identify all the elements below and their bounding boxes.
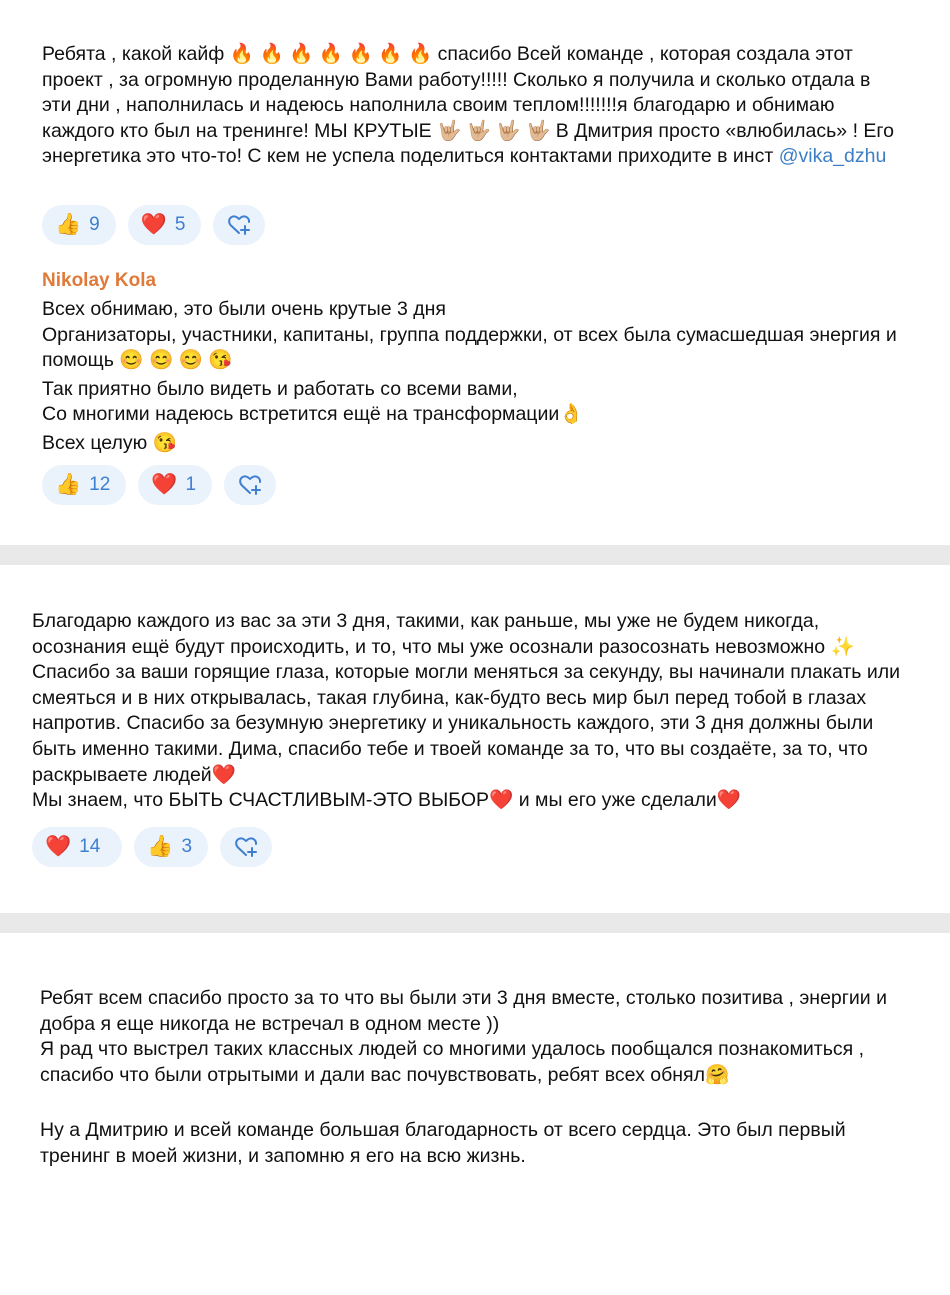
add-reaction-button[interactable] [220, 827, 273, 867]
heart-plus-icon [228, 215, 251, 235]
add-reaction-button[interactable] [224, 465, 277, 505]
comment-line: Я рад что выстрел таких классных людей с… [40, 1038, 865, 1086]
heart-plus-icon [239, 475, 262, 495]
heart-icon: ❤️ [151, 473, 178, 496]
comment-author[interactable]: Nikolay Kola [42, 268, 156, 294]
reaction-count: 14 [79, 836, 101, 857]
thumbs-up-icon: 👍 [147, 835, 174, 858]
reaction-count: 1 [185, 474, 197, 495]
heart-plus-icon [235, 837, 258, 857]
reaction-count: 5 [174, 214, 186, 235]
comment-1-body: Ребята , какой кайф 🔥 🔥 🔥 🔥 🔥 🔥 🔥 спасиб… [42, 43, 894, 168]
reaction-count: 3 [181, 836, 193, 857]
reaction-count: 9 [89, 214, 100, 235]
comment-1: Ребята , какой кайф 🔥 🔥 🔥 🔥 🔥 🔥 🔥 спасиб… [0, 0, 950, 545]
reaction-heart[interactable]: ❤️ 14 [32, 827, 123, 867]
comment-3-reactions: ❤️ 14 👍 3 [32, 827, 273, 867]
heart-icon: ❤️ [140, 213, 167, 236]
separator [0, 913, 950, 933]
comment-line: Благодарю каждого из вас за эти 3 дня, т… [32, 610, 901, 786]
comment-2-reactions: 👍 12 ❤️ 1 [42, 465, 277, 505]
comment-3: Благодарю каждого из вас за эти 3 дня, т… [0, 565, 950, 913]
reaction-heart[interactable]: ❤️ 5 [127, 205, 202, 245]
thumbs-up-icon: 👍 [55, 213, 82, 236]
comment-4: Ребят всем спасибо просто за то что вы б… [0, 933, 950, 1295]
comment-line: Всех обнимаю, это были очень крутые 3 дн… [42, 298, 446, 320]
comment-line [40, 1088, 920, 1118]
comment-line: Со многими надеюсь встретится ещё на тра… [42, 403, 584, 426]
reaction-like[interactable]: 👍 3 [134, 827, 209, 867]
comment-1-text: Ребята , какой кайф 🔥 🔥 🔥 🔥 🔥 🔥 🔥 спасиб… [42, 42, 902, 170]
comment-1-reactions: 👍 9 ❤️ 5 [42, 205, 266, 245]
reaction-like[interactable]: 👍 9 [42, 205, 116, 245]
reaction-count: 12 [89, 474, 111, 495]
add-reaction-button[interactable] [213, 205, 266, 245]
comment-line: Так приятно было видеть и работать со вс… [42, 377, 518, 400]
comment-line: Мы знаем, что БЫТЬ СЧАСТЛИВЫМ-ЭТО ВЫБОР❤… [32, 789, 742, 812]
comment-line: Ну а Дмитрию и всей команде большая благ… [40, 1119, 846, 1167]
separator [0, 545, 950, 565]
comment-line: Организаторы, участники, капитаны, групп… [42, 323, 897, 372]
comment-line: Ребят всем спасибо просто за то что вы б… [40, 987, 887, 1035]
reaction-heart[interactable]: ❤️ 1 [138, 465, 213, 505]
comment-4-text: Ребят всем спасибо просто за то что вы б… [40, 986, 920, 1170]
thumbs-up-icon: 👍 [55, 473, 82, 496]
reaction-like[interactable]: 👍 12 [42, 465, 127, 505]
heart-icon: ❤️ [45, 835, 72, 858]
comment-line: Всех целую 😘 [42, 431, 177, 454]
mention-link[interactable]: @vika_dzhu [779, 145, 887, 167]
comment-2-text: Всех обнимаю, это были очень крутые 3 дн… [42, 297, 902, 457]
comment-3-text: Благодарю каждого из вас за эти 3 дня, т… [32, 609, 912, 814]
